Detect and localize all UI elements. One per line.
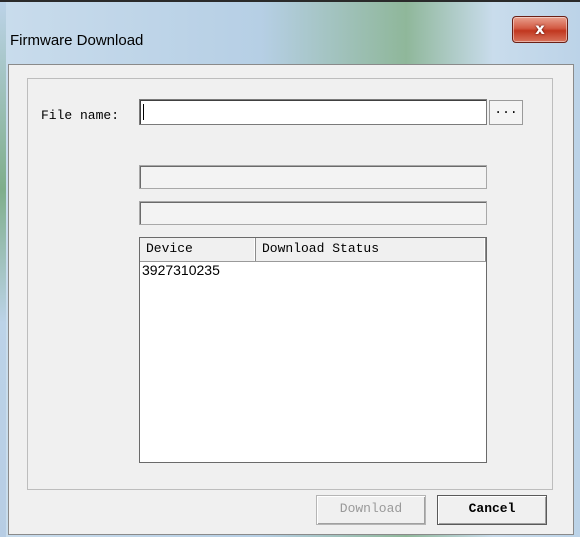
download-button[interactable]: Download [316,495,426,525]
cancel-button[interactable]: Cancel [437,495,547,525]
title-bar[interactable]: Firmware Download x [0,2,580,64]
dialog-title: Firmware Download [10,32,144,49]
file-name-input[interactable] [139,99,487,125]
text-caret [143,104,144,120]
progress-bar-current [139,201,487,225]
column-header-download-status[interactable]: Download Status [256,238,486,261]
browse-button[interactable]: ... [489,100,523,125]
dialog-client-area: File name: ... Device Download Status 39… [8,64,574,535]
device-row[interactable]: 3927310235 [142,262,220,280]
device-list-header: Device Download Status [140,238,486,262]
firmware-download-dialog: Firmware Download x File name: ... Devic… [0,0,580,537]
close-button[interactable]: x [512,16,568,43]
column-header-device[interactable]: Device [140,238,256,261]
device-list[interactable]: Device Download Status 3927310235 [139,237,487,463]
file-name-label: File name: [41,108,120,123]
close-icon: x [535,20,545,38]
progress-bar-overall [139,165,487,189]
